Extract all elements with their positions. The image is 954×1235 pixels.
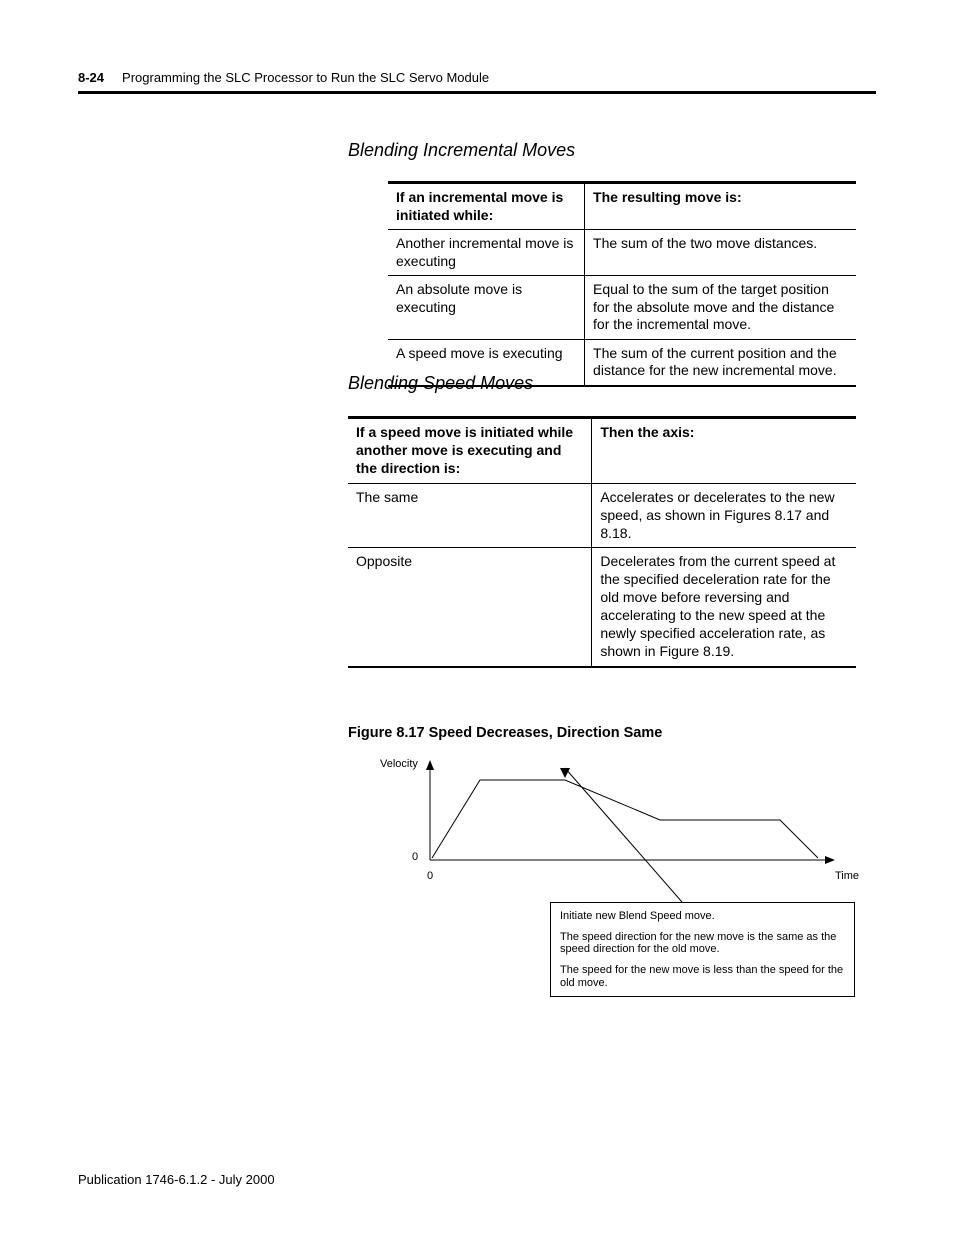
table-header-row: If a speed move is initiated while anoth… xyxy=(348,418,856,484)
publication-footer: Publication 1746-6.1.2 - July 2000 xyxy=(78,1172,275,1187)
table-header-row: If an incremental move is initiated whil… xyxy=(388,183,856,230)
arrow-right-icon xyxy=(825,856,835,864)
table-row: Another incremental move is executing Th… xyxy=(388,230,856,276)
table-row: Opposite Decelerates from the current sp… xyxy=(348,548,856,667)
cell-result: Accelerates or decelerates to the new sp… xyxy=(592,483,856,548)
callout-line: The speed direction for the new move is … xyxy=(560,931,845,956)
axis-y-label: Velocity xyxy=(380,758,418,770)
col-header-condition: If a speed move is initiated while anoth… xyxy=(348,418,592,484)
callout-line: Initiate new Blend Speed move. xyxy=(560,910,845,923)
velocity-plot xyxy=(420,760,880,910)
col-header-result: The resulting move is: xyxy=(585,183,856,230)
cell-result: The sum of the two move distances. xyxy=(585,230,856,276)
col-header-result: Then the axis: xyxy=(592,418,856,484)
chapter-title: Programming the SLC Processor to Run the… xyxy=(122,70,489,85)
figure-caption: Figure 8.17 Speed Decreases, Direction S… xyxy=(348,725,662,741)
axis-origin-y: 0 xyxy=(412,851,418,863)
table-row: An absolute move is executing Equal to t… xyxy=(388,276,856,340)
cell-result: The sum of the current position and the … xyxy=(585,339,856,386)
blending-speed-table: If a speed move is initiated while anoth… xyxy=(348,416,856,668)
cell-result: Equal to the sum of the target position … xyxy=(585,276,856,340)
page-header: 8-24 Programming the SLC Processor to Ru… xyxy=(78,70,876,94)
cell-condition: The same xyxy=(348,483,592,548)
table-row: The same Accelerates or decelerates to t… xyxy=(348,483,856,548)
page-number: 8-24 xyxy=(78,70,104,85)
cell-condition: Another incremental move is executing xyxy=(388,230,585,276)
cell-condition: Opposite xyxy=(348,548,592,667)
section-heading-incremental: Blending Incremental Moves xyxy=(348,140,575,161)
arrow-up-icon xyxy=(426,760,434,770)
section-heading-speed: Blending Speed Moves xyxy=(348,373,533,394)
callout-line: The speed for the new move is less than … xyxy=(560,964,845,989)
cell-condition: An absolute move is executing xyxy=(388,276,585,340)
blending-incremental-table: If an incremental move is initiated whil… xyxy=(388,181,856,387)
cell-result: Decelerates from the current speed at th… xyxy=(592,548,856,667)
blend-marker-icon xyxy=(560,768,570,778)
figure-8-17: Velocity 0 0 Time Initiate new Blend Spe… xyxy=(380,760,875,1020)
figure-callout: Initiate new Blend Speed move. The speed… xyxy=(550,902,855,997)
col-header-condition: If an incremental move is initiated whil… xyxy=(388,183,585,230)
